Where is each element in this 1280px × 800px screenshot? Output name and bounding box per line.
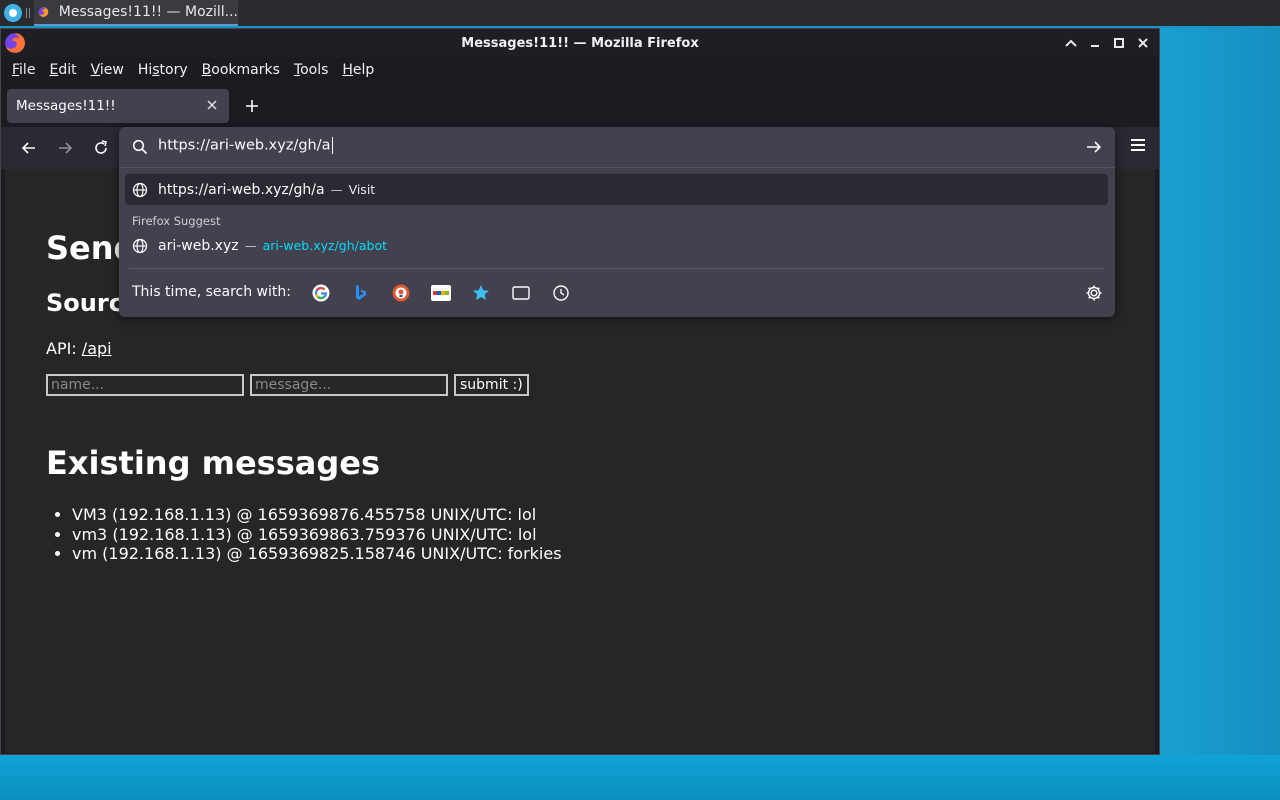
name-input[interactable] <box>46 374 244 396</box>
search-with-label: This time, search with: <box>132 284 291 300</box>
desktop-wallpaper-bottom <box>0 755 1280 800</box>
api-prefix: API: <box>46 339 77 358</box>
menu-history[interactable]: History <box>131 62 195 78</box>
urlbar-suggestion[interactable]: ari-web.xyz — ari-web.xyz/gh/abot <box>125 230 1108 261</box>
taskbar-task-label: Messages!11!! — Mozill... <box>58 4 238 20</box>
window-minimize-button[interactable] <box>1085 33 1105 53</box>
app-menu-button[interactable] <box>1131 139 1145 153</box>
plus-icon <box>246 100 258 112</box>
reload-button[interactable] <box>87 134 115 162</box>
api-link[interactable]: /api <box>82 339 112 358</box>
submit-button[interactable]: submit :) <box>454 374 529 396</box>
minimize-icon <box>1091 45 1099 47</box>
urlbar-dropdown: https://ari-web.xyz/gh/a https://ari-web… <box>119 127 1115 317</box>
message-input[interactable] <box>250 374 448 396</box>
suggestion-title: ari-web.xyz <box>158 237 239 254</box>
back-button[interactable] <box>15 134 43 162</box>
close-icon <box>1138 38 1148 48</box>
globe-icon <box>132 238 148 253</box>
menu-tools[interactable]: Tools <box>287 62 336 78</box>
ebay-icon <box>431 285 451 301</box>
list-item: vm (192.168.1.13) @ 1659369825.158746 UN… <box>72 544 562 564</box>
firefox-suggest-label: Firefox Suggest <box>132 214 221 228</box>
maximize-icon <box>1114 38 1124 48</box>
google-search-button[interactable] <box>311 283 331 303</box>
duckduckgo-search-button[interactable] <box>391 283 411 303</box>
go-arrow-icon[interactable] <box>1085 138 1103 156</box>
existing-messages-heading: Existing messages <box>46 444 380 482</box>
new-tab-button[interactable] <box>239 93 265 119</box>
menu-bookmarks[interactable]: Bookmarks <box>195 62 287 78</box>
tab-close-button[interactable] <box>203 96 221 114</box>
window-titlebar[interactable]: Messages!11!! — Mozilla Firefox <box>1 29 1159 57</box>
tab-messages[interactable]: Messages!11!! <box>7 89 229 123</box>
chevron-up-icon <box>1065 39 1077 47</box>
ebay-search-button[interactable] <box>431 283 451 303</box>
menu-bar: File Edit View History Bookmarks Tools H… <box>1 57 1159 83</box>
suggestion-separator: — <box>244 238 257 253</box>
app-launcher-icon[interactable] <box>4 4 22 22</box>
menu-help[interactable]: Help <box>335 62 381 78</box>
result-title: https://ari-web.xyz/gh/a <box>158 181 325 198</box>
menu-file[interactable]: File <box>5 62 42 78</box>
bookmarks-search-button[interactable] <box>471 283 491 303</box>
messages-list: VM3 (192.168.1.13) @ 1659369876.455758 U… <box>72 505 562 564</box>
arrow-right-icon <box>59 142 73 154</box>
reload-icon <box>95 140 107 154</box>
bing-search-button[interactable] <box>351 283 371 303</box>
tab-strip: Messages!11!! <box>1 83 1159 127</box>
firefox-icon <box>5 33 25 53</box>
menu-view[interactable]: View <box>84 62 131 78</box>
close-icon <box>207 100 217 110</box>
list-item: vm3 (192.168.1.13) @ 1659369863.759376 U… <box>72 525 562 545</box>
window-title: Messages!11!! — Mozilla Firefox <box>461 35 699 51</box>
api-line: API: /api <box>46 339 112 358</box>
search-icon <box>132 139 148 155</box>
taskbar-separator <box>26 8 30 18</box>
list-item: VM3 (192.168.1.13) @ 1659369876.455758 U… <box>72 505 562 525</box>
one-off-search-engines <box>311 283 571 303</box>
urlbar-divider <box>119 167 1115 168</box>
globe-icon <box>132 182 148 197</box>
result-separator: — <box>330 182 343 197</box>
tabs-icon <box>512 286 530 300</box>
window-close-button[interactable] <box>1133 33 1153 53</box>
desktop-wallpaper-band <box>1160 28 1280 800</box>
window-shade-button[interactable] <box>1061 33 1081 53</box>
taskbar-firefox-task[interactable]: Messages!11!! — Mozill... <box>34 0 238 26</box>
firefox-icon <box>38 7 49 17</box>
urlbar-input[interactable]: https://ari-web.xyz/gh/a <box>158 137 333 154</box>
gear-icon[interactable] <box>1085 284 1103 302</box>
urlbar-result-visit[interactable]: https://ari-web.xyz/gh/a — Visit <box>125 174 1108 205</box>
google-icon <box>312 284 330 302</box>
one-off-divider <box>129 268 1105 269</box>
suggestion-url: ari-web.xyz/gh/abot <box>262 238 387 253</box>
window-maximize-button[interactable] <box>1109 33 1129 53</box>
urlbar[interactable]: https://ari-web.xyz/gh/a <box>119 127 1115 167</box>
page-subheading: Sourc <box>46 289 123 317</box>
bing-icon <box>356 285 366 300</box>
history-search-button[interactable] <box>551 283 571 303</box>
forward-button[interactable] <box>51 134 79 162</box>
result-action: Visit <box>348 182 376 197</box>
text-caret <box>331 137 333 154</box>
tab-label: Messages!11!! <box>16 98 116 114</box>
duckduckgo-icon <box>392 284 410 302</box>
menu-edit[interactable]: Edit <box>42 62 83 78</box>
bookmarks-icon <box>473 285 489 300</box>
history-icon <box>553 285 569 301</box>
taskbar: Messages!11!! — Mozill... <box>0 0 1280 26</box>
tabs-search-button[interactable] <box>511 283 531 303</box>
message-form: submit :) <box>46 374 529 396</box>
hamburger-icon <box>1131 139 1145 141</box>
arrow-left-icon <box>21 142 35 154</box>
